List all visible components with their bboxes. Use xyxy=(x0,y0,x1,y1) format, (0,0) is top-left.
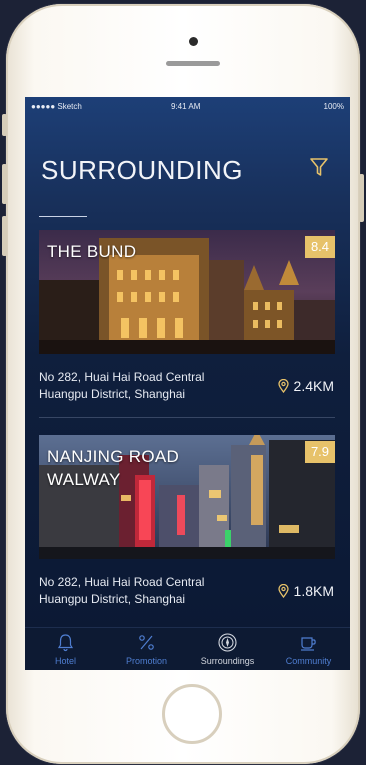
tab-label: Community xyxy=(285,656,332,666)
percent-icon xyxy=(139,635,154,650)
tab-label: Hotel xyxy=(54,656,76,666)
bell-icon xyxy=(57,634,74,652)
rating-badge: 8.4 xyxy=(305,236,335,258)
place-name: NANJING ROAD WALWAY xyxy=(47,447,180,489)
address-line-2: Huangpu District, Shanghai xyxy=(39,592,186,606)
distance-label: 1.8KM xyxy=(277,583,334,599)
address-line-2: Huangpu District, Shanghai xyxy=(39,387,186,401)
location-pin-icon xyxy=(277,584,289,598)
mute-switch xyxy=(2,114,7,136)
place-card-image[interactable]: NANJING ROAD WALWAY 7.9 xyxy=(39,435,335,559)
address-line-1: No 282, Huai Hai Road Central xyxy=(39,370,205,384)
compass-icon xyxy=(218,633,237,652)
filter-icon[interactable] xyxy=(309,157,329,177)
status-time: 9:41 AM xyxy=(171,102,201,111)
carrier-label: ●●●●● Sketch xyxy=(31,102,82,111)
location-pin-icon xyxy=(277,379,289,393)
page-title: SURROUNDING xyxy=(41,155,243,185)
distance-value: 1.8KM xyxy=(293,583,334,599)
address-line-1: No 282, Huai Hai Road Central xyxy=(39,575,205,589)
front-camera xyxy=(189,37,198,46)
tab-promotion[interactable]: Promotion xyxy=(106,628,187,670)
home-button[interactable] xyxy=(162,684,222,744)
volume-down-button xyxy=(2,216,7,256)
title-underline xyxy=(39,216,87,217)
tab-hotel[interactable]: Hotel xyxy=(25,628,106,670)
earpiece-speaker xyxy=(166,61,220,66)
battery-label: 100% xyxy=(323,102,344,111)
place-card-image[interactable]: THE BUND 8.4 xyxy=(39,230,335,354)
rating-badge: 7.9 xyxy=(305,441,335,463)
cup-icon xyxy=(301,637,316,651)
status-bar: ●●●●● Sketch 9:41 AM 100% xyxy=(25,97,350,115)
place-address: No 282, Huai Hai Road Central Huangpu Di… xyxy=(39,574,204,608)
tab-community[interactable]: Community xyxy=(268,628,349,670)
distance-label: 2.4KM xyxy=(277,378,334,394)
app-screen: ●●●●● Sketch 9:41 AM 100% SURROUNDING TH… xyxy=(25,97,350,670)
card-divider xyxy=(39,417,335,418)
tab-label: Promotion xyxy=(125,656,168,666)
place-address: No 282, Huai Hai Road Central Huangpu Di… xyxy=(39,369,204,403)
tab-surroundings[interactable]: Surroundings xyxy=(187,628,268,670)
tab-bar: Hotel Promotion Surroundings Community xyxy=(25,627,350,670)
tab-label: Surroundings xyxy=(200,656,255,666)
distance-value: 2.4KM xyxy=(293,378,334,394)
power-button xyxy=(359,174,364,222)
volume-up-button xyxy=(2,164,7,204)
place-name: THE BUND xyxy=(47,242,137,261)
